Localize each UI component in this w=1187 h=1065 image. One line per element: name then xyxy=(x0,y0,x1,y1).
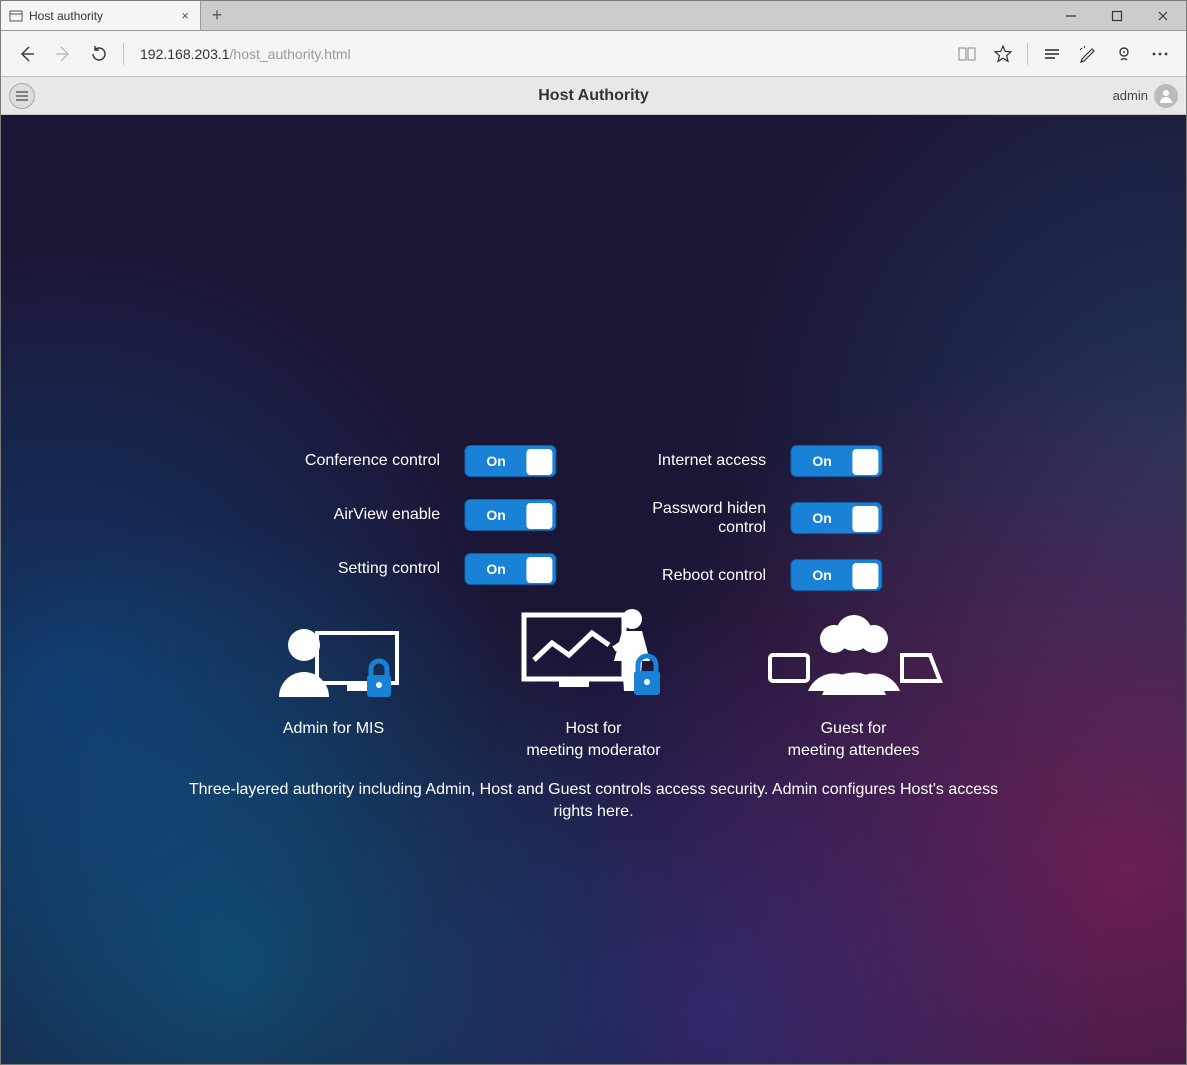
role-label: Host for meeting moderator xyxy=(504,718,684,761)
toggle-switch[interactable]: On xyxy=(464,553,556,585)
role-label: Guest for meeting attendees xyxy=(764,718,944,761)
page-title: Host Authority xyxy=(1,87,1186,105)
toggle-grid: Conference control On AirView enable On … xyxy=(305,445,882,591)
toggle-switch[interactable]: On xyxy=(790,559,882,591)
user-label: admin xyxy=(1113,88,1148,103)
favorite-button[interactable] xyxy=(985,36,1021,72)
toggle-label: Conference control xyxy=(305,451,440,470)
page-icon xyxy=(9,9,23,23)
toggle-label: AirView enable xyxy=(334,505,440,524)
toggle-knob xyxy=(852,506,878,532)
host-icon xyxy=(514,605,674,705)
more-button[interactable] xyxy=(1142,36,1178,72)
admin-icon xyxy=(259,605,409,705)
roles-row: Admin for MIS Host for meeting moderator xyxy=(244,605,944,761)
toggle-switch[interactable]: On xyxy=(790,502,882,534)
toggle-column-left: Conference control On AirView enable On … xyxy=(305,445,556,591)
refresh-button[interactable] xyxy=(81,36,117,72)
toggle-reboot-control: Reboot control On xyxy=(616,559,882,591)
toggle-internet-access: Internet access On xyxy=(616,445,882,477)
toggle-label: Setting control xyxy=(338,559,440,578)
toggle-knob xyxy=(526,449,552,475)
toggle-conference-control: Conference control On xyxy=(305,445,556,477)
window-maximize-button[interactable] xyxy=(1094,1,1140,30)
address-bar[interactable]: 192.168.203.1/host_authority.html xyxy=(130,46,949,62)
role-admin: Admin for MIS xyxy=(244,605,424,740)
footnote-text: Three-layered authority including Admin,… xyxy=(169,779,1019,824)
toggle-label: Internet access xyxy=(658,451,767,470)
toggle-label: Password hiden control xyxy=(616,499,766,537)
toggle-switch[interactable]: On xyxy=(464,499,556,531)
window-close-button[interactable] xyxy=(1140,1,1186,30)
window-minimize-button[interactable] xyxy=(1048,1,1094,30)
toggle-knob xyxy=(526,503,552,529)
forward-button[interactable] xyxy=(45,36,81,72)
toolbar-divider xyxy=(1027,43,1028,65)
toggle-knob xyxy=(852,449,878,475)
user-box[interactable]: admin xyxy=(1113,84,1186,108)
avatar-icon xyxy=(1154,84,1178,108)
toggle-label: Reboot control xyxy=(662,566,766,585)
url-path: /host_authority.html xyxy=(230,46,351,62)
browser-toolbar: 192.168.203.1/host_authority.html xyxy=(1,31,1186,77)
toggle-knob xyxy=(852,563,878,589)
toggle-knob xyxy=(526,557,552,583)
tab-title: Host authority xyxy=(29,9,178,23)
browser-tab-active[interactable]: Host authority × xyxy=(1,1,201,30)
webnote-button[interactable] xyxy=(1070,36,1106,72)
url-host: 192.168.203.1 xyxy=(140,46,230,62)
app-header: Host Authority admin xyxy=(1,77,1186,115)
guest-icon xyxy=(764,605,944,705)
role-host: Host for meeting moderator xyxy=(504,605,684,761)
share-button[interactable] xyxy=(1106,36,1142,72)
toggle-switch[interactable]: On xyxy=(790,445,882,477)
page-body: Conference control On AirView enable On … xyxy=(1,115,1186,1064)
browser-titlebar: Host authority × + xyxy=(1,1,1186,31)
toolbar-divider xyxy=(123,43,124,65)
hub-button[interactable] xyxy=(1034,36,1070,72)
role-guest: Guest for meeting attendees xyxy=(764,605,944,761)
toggle-column-right: Internet access On Password hiden contro… xyxy=(616,445,882,591)
role-label: Admin for MIS xyxy=(244,718,424,740)
reading-view-button[interactable] xyxy=(949,36,985,72)
toggle-setting-control: Setting control On xyxy=(305,553,556,585)
toggle-password-hidden-control: Password hiden control On xyxy=(616,499,882,537)
toggle-switch[interactable]: On xyxy=(464,445,556,477)
new-tab-button[interactable]: + xyxy=(201,1,233,30)
menu-button[interactable] xyxy=(9,83,35,109)
toggle-airview-enable: AirView enable On xyxy=(305,499,556,531)
back-button[interactable] xyxy=(9,36,45,72)
tab-close-icon[interactable]: × xyxy=(178,8,192,23)
